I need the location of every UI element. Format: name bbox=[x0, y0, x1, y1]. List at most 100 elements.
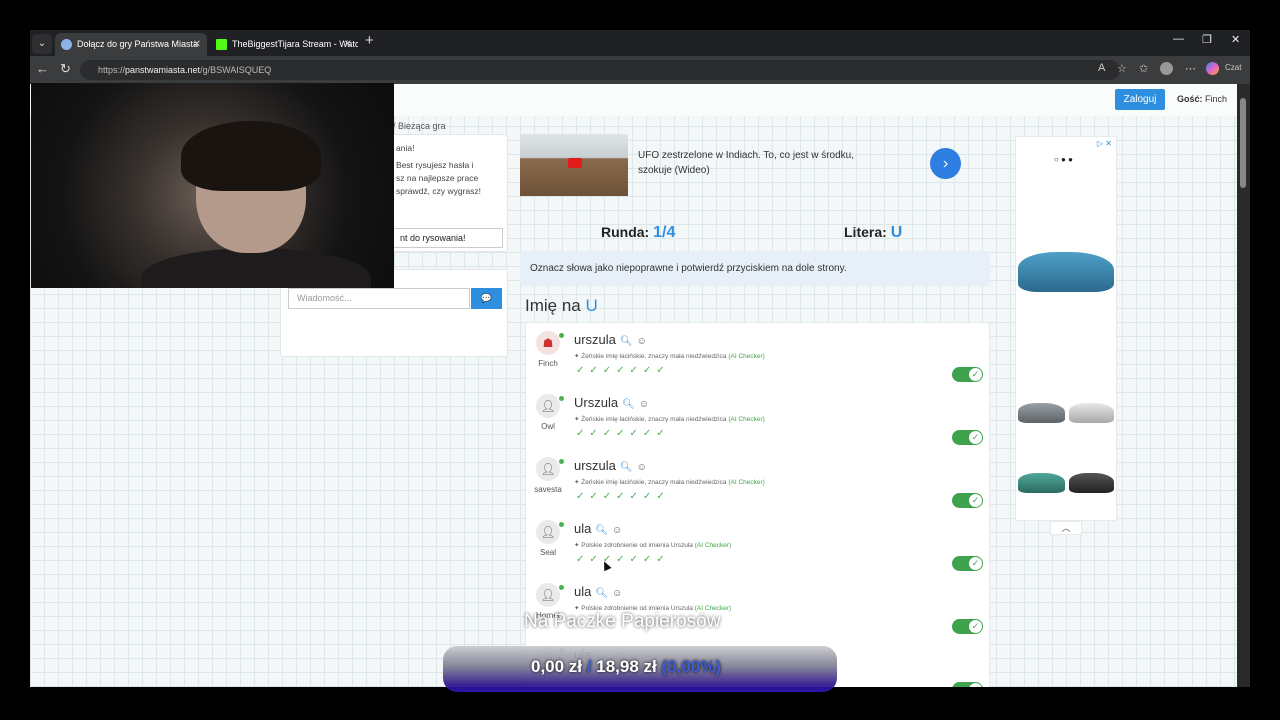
valid-toggle[interactable]: ✓ bbox=[952, 367, 983, 382]
close-icon[interactable]: ✕ bbox=[344, 33, 352, 56]
back-icon[interactable]: ← bbox=[36, 61, 49, 76]
restore-icon[interactable]: ❐ bbox=[1202, 33, 1212, 46]
side-ad[interactable]: ▷ ✕ ○ ● ● bbox=[1015, 136, 1117, 521]
emoji-icon[interactable]: ☺ bbox=[637, 336, 647, 347]
check-icon: ✓ bbox=[969, 494, 982, 507]
valid-toggle[interactable]: ✓ bbox=[952, 619, 983, 634]
webcam-figure bbox=[141, 248, 371, 288]
copilot-icon[interactable] bbox=[1206, 62, 1219, 75]
online-dot bbox=[559, 522, 564, 527]
check-icon: ✓ bbox=[969, 368, 982, 381]
donation-goal-title: Na Paczke Papierosów bbox=[524, 611, 721, 632]
emoji-icon[interactable]: ☺ bbox=[612, 525, 622, 536]
player-name: Finch bbox=[538, 359, 558, 368]
new-tab-button[interactable]: + bbox=[365, 32, 374, 49]
promo-line: Best rysujesz hasła i bbox=[396, 160, 474, 170]
answer-description: ✦ Żeńskie imię łacińskie, znaczy mała ni… bbox=[574, 416, 765, 423]
search-icon[interactable]: 🔍︎ bbox=[595, 588, 608, 599]
emoji-icon[interactable]: ☺ bbox=[639, 399, 649, 410]
online-dot bbox=[559, 585, 564, 590]
user-icon: 👤︎ bbox=[536, 394, 560, 418]
online-dot bbox=[559, 459, 564, 464]
reload-icon[interactable]: ↻ bbox=[60, 61, 71, 77]
kick-icon bbox=[216, 39, 227, 50]
answer-description: ✦ Żeńskie imię łacińskie, znaczy mała ni… bbox=[574, 479, 765, 486]
globe-icon bbox=[61, 39, 72, 50]
search-icon[interactable]: 🔍︎ bbox=[622, 399, 635, 410]
webcam-figure bbox=[181, 121, 321, 191]
emoji-icon[interactable]: ☺ bbox=[612, 588, 622, 599]
vote-checks: ✓✓✓✓✓✓✓ bbox=[576, 428, 670, 439]
drawing-contest-link[interactable]: nt do rysowania! bbox=[393, 228, 503, 248]
chevron-right-icon: › bbox=[942, 155, 949, 172]
donation-goal-values: 0,00 zł / 18,98 zł (0,00%) bbox=[531, 657, 722, 676]
chevron-up-icon: ︿ bbox=[1061, 523, 1071, 533]
scrollbar[interactable] bbox=[1237, 84, 1250, 687]
answer-word: urszula 🔍︎ ☺ bbox=[574, 458, 647, 473]
promo-line: ania! bbox=[396, 143, 415, 153]
ad-headline[interactable]: UFO zestrzelone w Indiach. To, co jest w… bbox=[638, 148, 878, 178]
online-dot bbox=[559, 396, 564, 401]
answer-word: Urszula 🔍︎ ☺ bbox=[574, 395, 649, 410]
online-dot bbox=[559, 333, 564, 338]
collapse-ad-button[interactable]: ︿ bbox=[1050, 521, 1082, 535]
answer-word: ula🔍︎☺ bbox=[574, 584, 623, 599]
tab-kick-stream[interactable]: TheBiggestTijara Stream - Watch L ✕ bbox=[210, 33, 358, 56]
tab-panstwa-miasta[interactable]: Dołącz do gry Państwa Miasta ✕ bbox=[55, 33, 207, 56]
player-name: savesta bbox=[534, 485, 562, 494]
message-input[interactable]: Wiadomość... bbox=[288, 288, 470, 309]
breadcrumb: / Bieżąca gra bbox=[393, 121, 446, 131]
answer-word: urszula 🔍︎ ☺ bbox=[574, 332, 647, 347]
valid-toggle[interactable]: ✓ bbox=[952, 430, 983, 445]
info-message: Oznacz słowa jako niepoprawne i potwierd… bbox=[520, 251, 990, 286]
car-image[interactable] bbox=[1018, 473, 1065, 493]
url-field[interactable]: https://panstwamiasta.net/g/BSWAISQUEQ bbox=[80, 60, 1120, 80]
vote-checks: ✓✓✓✓✓✓✓ bbox=[576, 554, 670, 565]
read-aloud-icon[interactable]: A bbox=[1098, 62, 1105, 74]
favorite-star-icon[interactable]: ☆ bbox=[1117, 62, 1127, 75]
promo-line: sprawdź, czy wygrasz! bbox=[396, 186, 482, 196]
search-icon[interactable]: 🔍︎ bbox=[620, 336, 633, 347]
car-image[interactable] bbox=[1018, 252, 1114, 292]
tab-title: Dołącz do gry Państwa Miasta bbox=[77, 39, 199, 49]
carousel-dots[interactable]: ○ ● ● bbox=[1054, 155, 1073, 164]
search-icon[interactable]: 🔍︎ bbox=[620, 462, 633, 473]
valid-toggle[interactable]: ✓ bbox=[952, 682, 983, 687]
close-window-icon[interactable]: ✕ bbox=[1231, 33, 1240, 46]
favorites-icon[interactable]: ✩ bbox=[1139, 62, 1148, 75]
check-icon: ✓ bbox=[969, 683, 982, 687]
check-icon: ✓ bbox=[969, 431, 982, 444]
search-icon[interactable]: 🔍︎ bbox=[595, 525, 608, 536]
ad-thumbnail[interactable] bbox=[520, 134, 628, 196]
ad-banner[interactable]: UFO zestrzelone w Indiach. To, co jest w… bbox=[520, 134, 980, 196]
address-bar-row: ← ↻ https://panstwamiasta.net/g/BSWAISQU… bbox=[30, 56, 1250, 84]
profile-avatar-icon[interactable] bbox=[1160, 62, 1173, 75]
letter-indicator: Litera: U bbox=[844, 224, 903, 241]
more-menu-icon[interactable]: ⋯ bbox=[1185, 62, 1196, 75]
tab-bar: ⌄ Dołącz do gry Państwa Miasta ✕ TheBigg… bbox=[30, 30, 1250, 56]
login-button[interactable]: Zaloguj bbox=[1115, 89, 1165, 110]
close-icon[interactable]: ✕ bbox=[193, 33, 201, 56]
ad-next-button[interactable]: › bbox=[930, 148, 961, 179]
player-name: Owl bbox=[541, 422, 555, 431]
tab-list-button[interactable]: ⌄ bbox=[32, 34, 52, 54]
promo-line: sz na najlepsze prace bbox=[396, 173, 479, 183]
emoji-icon[interactable]: ☺ bbox=[637, 462, 647, 473]
vote-checks: ✓✓✓✓✓✓✓ bbox=[576, 491, 670, 502]
category-heading: Imię na U bbox=[525, 296, 598, 315]
answer-row: ☗ Finch urszula 🔍︎ ☺ ✦ Żeńskie imię łacińs… bbox=[526, 327, 991, 390]
car-image[interactable] bbox=[1069, 403, 1114, 423]
minimize-icon[interactable]: — bbox=[1173, 33, 1184, 45]
answer-row: 👤︎ Seal ula 🔍︎ ☺ ✦ Polskie zdrobnienie od … bbox=[526, 516, 991, 579]
car-image[interactable] bbox=[1069, 473, 1114, 493]
copilot-label[interactable]: Czat bbox=[1225, 63, 1241, 72]
player-avatar: ☗ bbox=[536, 331, 560, 355]
user-icon: 👤︎ bbox=[536, 583, 560, 607]
valid-toggle[interactable]: ✓ bbox=[952, 493, 983, 508]
check-icon: ✓ bbox=[969, 557, 982, 570]
car-image[interactable] bbox=[1018, 403, 1065, 423]
scrollbar-thumb[interactable] bbox=[1240, 98, 1246, 188]
send-message-button[interactable]: 💬 bbox=[471, 288, 502, 309]
valid-toggle[interactable]: ✓ bbox=[952, 556, 983, 571]
adchoices-icon[interactable]: ▷ ✕ bbox=[1097, 139, 1112, 148]
